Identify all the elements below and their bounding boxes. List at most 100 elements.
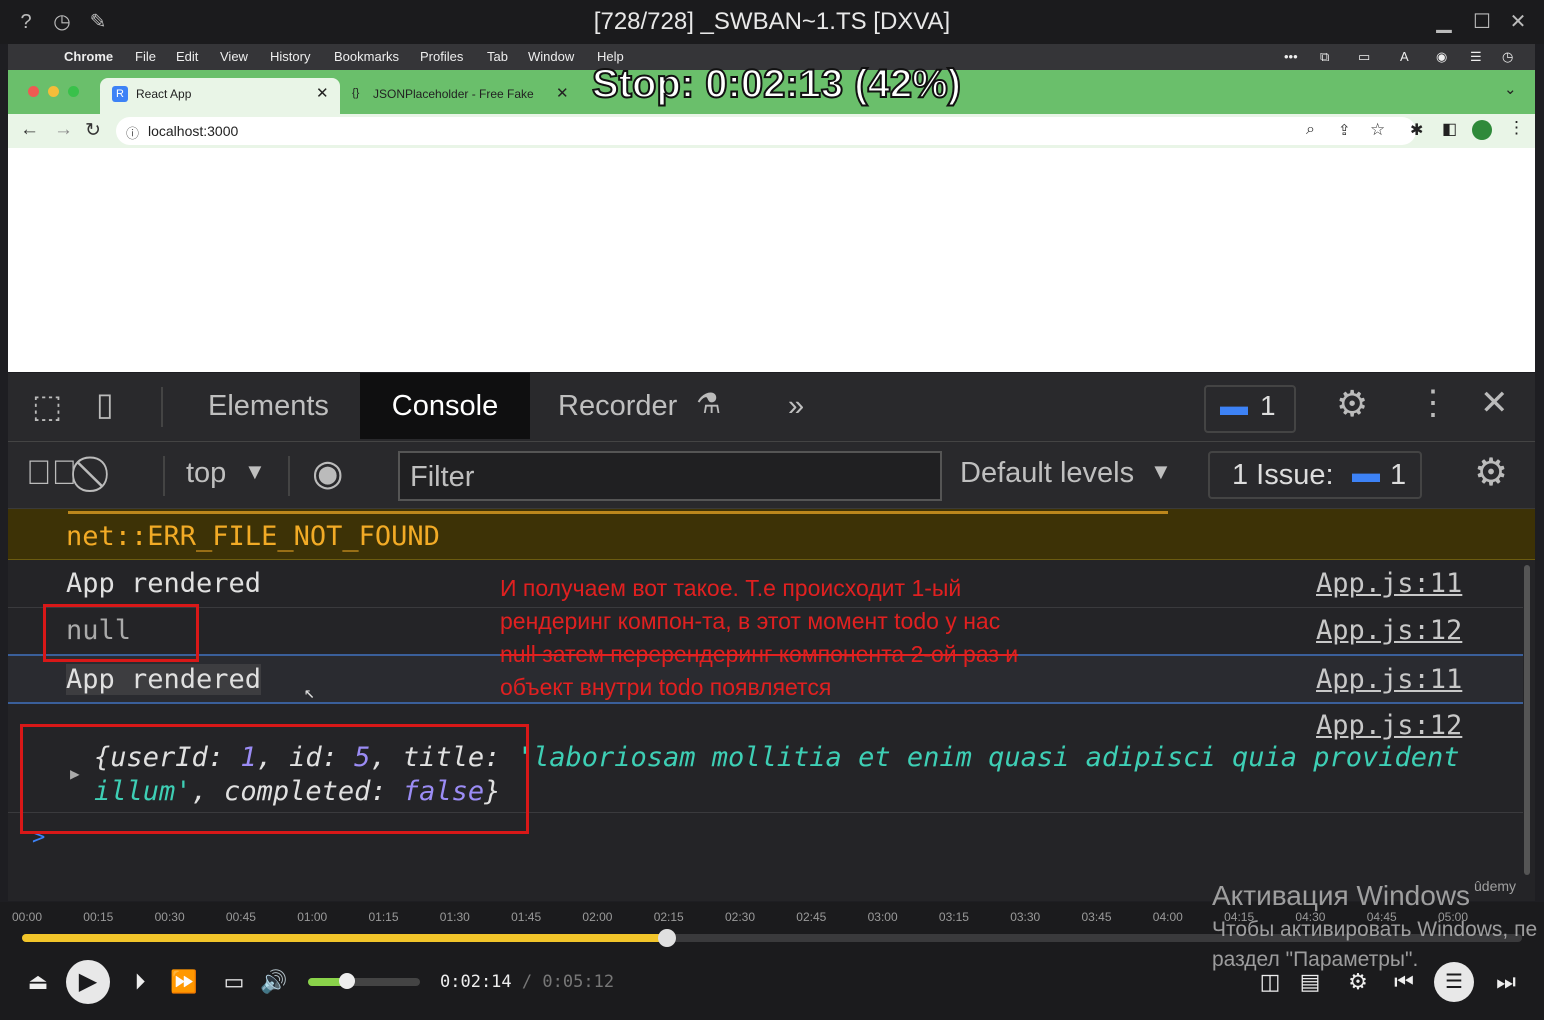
control-center-icon[interactable]: ☰ — [1470, 49, 1482, 65]
menu-file[interactable]: File — [135, 49, 156, 64]
info-icon[interactable]: ⓘ — [126, 123, 139, 142]
live-expression-eye-icon[interactable]: ◉ — [312, 452, 343, 494]
bookmark-star-icon[interactable]: ☆ — [1370, 120, 1385, 140]
timeline-tick-label: 00:30 — [154, 910, 185, 924]
source-link[interactable]: App.js:12 — [1316, 710, 1462, 741]
share-icon[interactable]: ⇪ — [1338, 121, 1351, 139]
console-settings-gear-icon[interactable]: ⚙ — [1474, 450, 1508, 495]
timeline-tick-label: 00:15 — [83, 910, 114, 924]
window-minimize-dot[interactable] — [48, 86, 59, 97]
divider — [163, 456, 165, 496]
filter-input[interactable]: Filter — [398, 451, 942, 501]
inspect-element-icon[interactable]: ⬚ — [32, 387, 62, 425]
tab-search-chevron-icon[interactable]: ⌄ — [1504, 80, 1517, 98]
cut-off-line — [68, 497, 1168, 514]
console-scrollbar[interactable] — [1524, 565, 1530, 875]
record-icon[interactable]: ◉ — [1436, 49, 1447, 65]
back-icon[interactable]: ← — [20, 119, 39, 141]
log-message: App rendered — [66, 568, 262, 599]
console-output: net::ERR_FILE_NOT_FOUND App rendered App… — [8, 509, 1535, 901]
window-close-dot[interactable] — [28, 86, 39, 97]
source-link[interactable]: App.js:11 — [1316, 664, 1462, 695]
timeline-tick-label: 01:45 — [511, 910, 542, 924]
tab-close-icon[interactable]: ✕ — [556, 84, 569, 102]
settings-gear-icon[interactable]: ⚙ — [1336, 383, 1368, 425]
chevron-down-icon[interactable]: ▼ — [244, 459, 266, 485]
play-button[interactable]: ▶ — [66, 960, 110, 1004]
menu-profiles[interactable]: Profiles — [420, 49, 463, 64]
messages-count: 1 — [1260, 390, 1276, 421]
keyboard-icon[interactable]: A — [1400, 49, 1409, 64]
menu-window[interactable]: Window — [528, 49, 574, 64]
next-frame-icon[interactable]: ⏵ — [122, 965, 158, 999]
menu-tab[interactable]: Tab — [487, 49, 508, 64]
window-zoom-dot[interactable] — [68, 86, 79, 97]
clock-menu-icon[interactable]: ◷ — [1502, 49, 1513, 65]
fast-forward-icon[interactable]: ⏩ — [166, 965, 202, 999]
volume-slider[interactable] — [308, 973, 420, 989]
issues-button[interactable]: 1 Issue: ▬ 1 — [1208, 451, 1422, 499]
forward-icon[interactable]: → — [54, 119, 73, 141]
tab-jsonplaceholder[interactable]: {} JSONPlaceholder - Free Fake ✕ — [348, 78, 578, 114]
battery-icon[interactable]: ▭ — [1358, 49, 1370, 65]
seek-handle[interactable] — [658, 929, 676, 947]
extensions-icon[interactable]: ✱ — [1410, 120, 1423, 140]
log-levels-select[interactable]: Default levels — [960, 457, 1134, 490]
source-link[interactable]: App.js:11 — [1316, 568, 1462, 599]
sidepanel-icon[interactable]: ◧ — [1442, 119, 1457, 139]
timeline-tick-label: 02:15 — [653, 910, 684, 924]
sidebar-toggle-icon[interactable]: ▶⃞ — [26, 454, 77, 493]
more-tabs-icon[interactable]: » — [788, 373, 804, 439]
screen-icon[interactable]: ⧉ — [1320, 49, 1329, 65]
tab-close-icon[interactable]: ✕ — [316, 84, 329, 102]
udemy-watermark: ûdemy — [1474, 878, 1517, 894]
volume-icon[interactable]: 🔊 — [256, 965, 292, 999]
windows-activation-title: Активация Windows — [1212, 880, 1471, 911]
page-viewport — [8, 148, 1535, 372]
issues-label: 1 Issue: — [1232, 459, 1334, 491]
subtitle-icon[interactable]: ▭ — [216, 965, 252, 999]
log-message: App rendered — [66, 664, 262, 695]
maximize-icon[interactable]: ☐ — [1470, 10, 1494, 34]
tab-react-app[interactable]: R React App ✕ — [100, 78, 340, 114]
chrome-toolbar: ← → ↻ ⓘ localhost:3000 ⌕ ⇪ ☆ ✱ ◧ ⋮ — [8, 114, 1535, 148]
annotation-line: И получаем вот такое. Т.е происходит 1-ы… — [500, 575, 962, 601]
warning-text: net::ERR_FILE_NOT_FOUND — [66, 521, 440, 552]
device-toolbar-icon[interactable]: ▯ — [96, 385, 114, 423]
menu-edit[interactable]: Edit — [176, 49, 198, 64]
eject-icon[interactable]: ⏏ — [20, 965, 56, 999]
reload-icon[interactable]: ↻ — [85, 119, 101, 142]
messages-badge[interactable]: ▬ 1 — [1204, 385, 1296, 433]
devtools-menu-icon[interactable]: ⋮ — [1416, 383, 1450, 423]
address-bar[interactable]: ⓘ localhost:3000 ⌕ ⇪ ☆ — [116, 117, 1416, 145]
context-select[interactable]: top — [186, 457, 226, 490]
chevron-down-icon[interactable]: ▼ — [1150, 459, 1172, 485]
issue-icon: ▬ — [1352, 457, 1380, 488]
menu-history[interactable]: History — [270, 49, 310, 64]
seek-progress — [22, 934, 667, 942]
divider — [161, 387, 163, 427]
time-display: 0:02:14 / 0:05:12 — [440, 972, 614, 992]
minimize-icon[interactable]: ▁ — [1432, 10, 1456, 34]
tab-console[interactable]: Console — [360, 373, 530, 439]
skip-end-icon[interactable]: ⏭ — [1488, 965, 1524, 999]
menu-chrome[interactable]: Chrome — [64, 49, 113, 64]
chrome-menu-icon[interactable]: ⋮ — [1508, 118, 1525, 138]
annotation-line: объект внутри todo появляется — [500, 674, 832, 700]
tab-elements[interactable]: Elements — [208, 373, 329, 439]
tab-recorder[interactable]: Recorder — [558, 373, 677, 439]
timeline-tick-label: 03:00 — [867, 910, 898, 924]
timeline-tick-label: 03:30 — [1010, 910, 1041, 924]
more-icon[interactable]: ••• — [1284, 49, 1298, 64]
menu-bookmarks[interactable]: Bookmarks — [334, 49, 399, 64]
source-link[interactable]: App.js:12 — [1316, 615, 1462, 646]
close-devtools-icon[interactable]: ✕ — [1480, 383, 1509, 423]
menu-view[interactable]: View — [220, 49, 248, 64]
playlist-button[interactable]: ☰ — [1434, 962, 1474, 1002]
issues-count: 1 — [1390, 459, 1407, 491]
profile-avatar[interactable] — [1472, 120, 1492, 140]
object-string: 'laboriosam mollitia et enim quasi adipi… — [516, 742, 1460, 773]
message-icon: ▬ — [1220, 390, 1248, 421]
zoom-icon[interactable]: ⌕ — [1306, 121, 1315, 139]
close-icon[interactable]: ✕ — [1506, 10, 1530, 34]
